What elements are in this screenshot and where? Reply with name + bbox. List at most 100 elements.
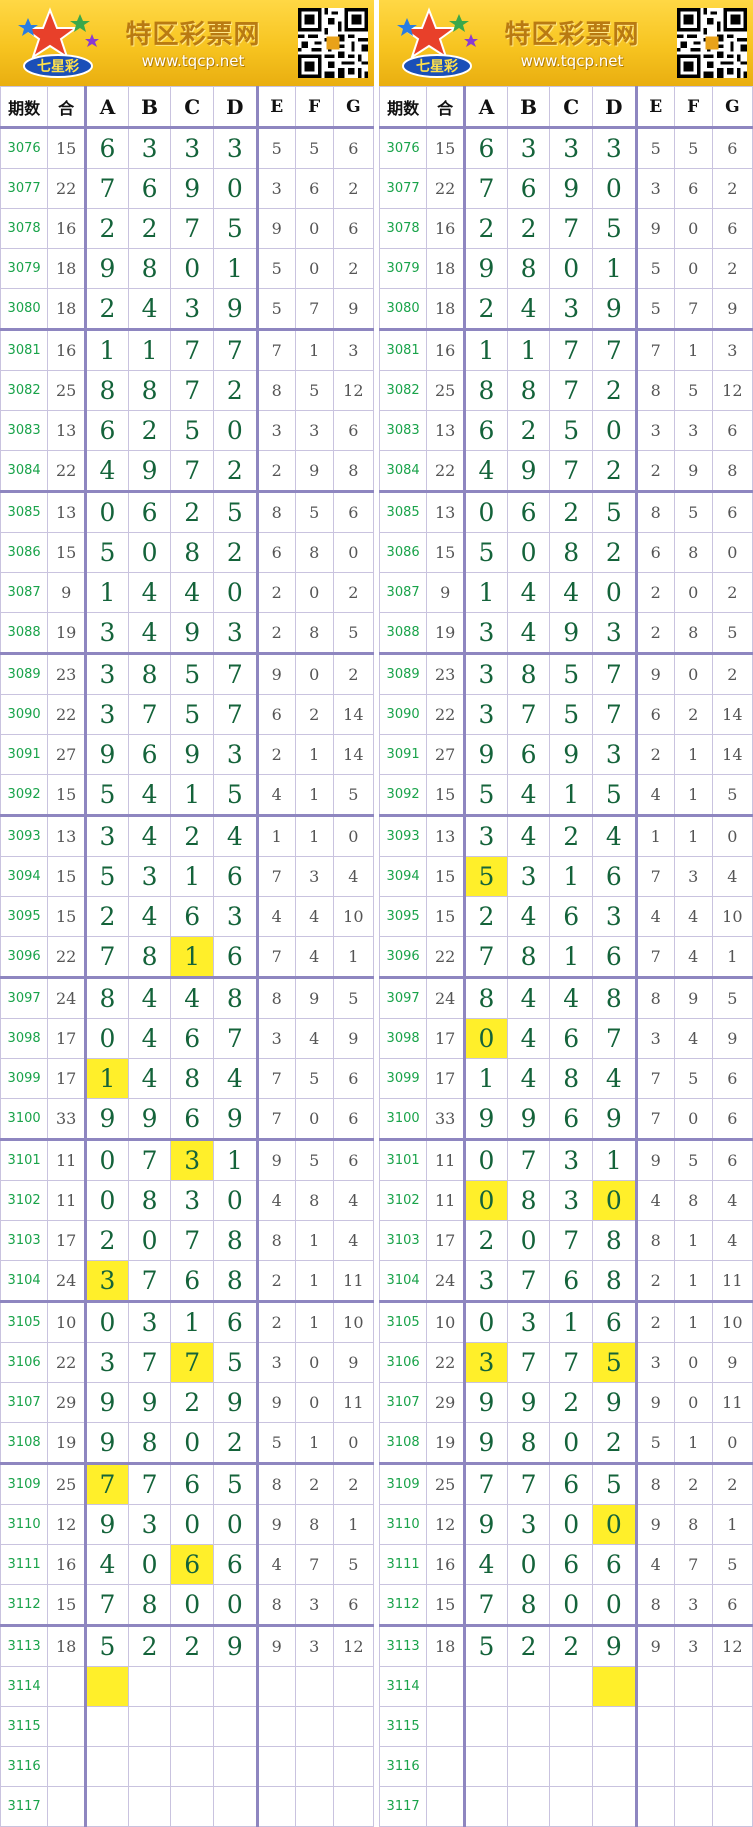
site-url[interactable]: www.tqcp.net — [497, 52, 647, 70]
cell-c: 7 — [549, 1220, 593, 1261]
cell-b: 3 — [127, 127, 172, 169]
cell-c — [549, 1706, 593, 1747]
cell-g: 4 — [711, 856, 753, 897]
cell-g: 0 — [711, 532, 753, 573]
cell-e: 2 — [256, 734, 296, 775]
cell-e: 2 — [256, 1260, 296, 1302]
cell-f: 1 — [294, 774, 334, 816]
cell-period: 3102 — [0, 1180, 49, 1221]
cell-d — [212, 1706, 259, 1747]
cell-b: 0 — [127, 1544, 172, 1585]
cell-a: 3 — [85, 814, 129, 857]
cell-g: 6 — [711, 1058, 753, 1099]
cell-b: 1 — [127, 328, 172, 371]
cell-d: 7 — [212, 694, 259, 735]
table-row: 3099 17 1 4 8 4 7 5 6 — [378, 1058, 753, 1099]
cell-f: 0 — [673, 1098, 713, 1140]
cell-e: 9 — [635, 652, 675, 695]
cell-b: 8 — [127, 1584, 172, 1626]
cell-a: 6 — [464, 127, 508, 169]
cell-c: 6 — [549, 1260, 593, 1302]
cell-g: 2 — [332, 248, 375, 289]
cell-f: 1 — [294, 1260, 334, 1302]
cell-a: 2 — [464, 208, 508, 249]
cell-a: 3 — [464, 1260, 508, 1302]
cell-d: 7 — [591, 652, 638, 695]
cell-g: 9 — [332, 1342, 375, 1383]
cell-period: 3081 — [0, 328, 49, 371]
site-name: 特区彩票网 — [504, 20, 640, 50]
cell-b: 4 — [127, 572, 172, 613]
cell-g: 14 — [711, 694, 753, 735]
cell-sum: 15 — [426, 532, 467, 573]
cell-f: 5 — [673, 490, 713, 533]
cell-f — [673, 1706, 713, 1747]
cell-b — [506, 1786, 551, 1827]
cell-a: 5 — [85, 856, 129, 897]
cell-period: 3115 — [378, 1706, 428, 1747]
cell-b: 0 — [506, 532, 551, 573]
cell-g: 2 — [711, 572, 753, 613]
cell-e: 8 — [635, 976, 675, 1019]
site-url[interactable]: www.tqcp.net — [118, 52, 268, 70]
cell-d: 0 — [591, 410, 638, 451]
cell-period: 3093 — [378, 814, 428, 857]
cell-g: 6 — [332, 1584, 375, 1626]
cell-period: 3077 — [378, 168, 428, 209]
cell-c: 3 — [549, 1180, 593, 1221]
cell-g — [332, 1786, 375, 1827]
cell-b: 8 — [506, 652, 551, 695]
cell-b: 3 — [506, 127, 551, 169]
cell-g: 1 — [332, 1504, 375, 1545]
cell-c: 1 — [549, 1300, 593, 1343]
cell-g: 10 — [711, 896, 753, 937]
cell-b: 4 — [506, 814, 551, 857]
table-row: 3091 27 9 6 9 3 2 1 14 — [0, 734, 375, 775]
cell-a — [464, 1666, 508, 1707]
cell-d: 0 — [212, 572, 259, 613]
cell-a: 0 — [464, 1018, 508, 1059]
cell-c: 3 — [170, 1138, 214, 1181]
cell-a: 0 — [85, 1138, 129, 1181]
cell-f — [673, 1786, 713, 1827]
cell-c: 7 — [170, 370, 214, 411]
cell-f: 1 — [673, 814, 713, 857]
cell-g: 2 — [711, 248, 753, 289]
table-row: 3100 33 9 9 6 9 7 0 6 — [0, 1098, 375, 1140]
cell-b: 2 — [127, 410, 172, 451]
cell-b: 8 — [127, 936, 172, 978]
cell-e — [635, 1746, 675, 1787]
cell-sum: 13 — [47, 814, 88, 857]
table-row: 3107 29 9 9 2 9 9 0 11 — [378, 1382, 753, 1423]
cell-sum: 19 — [47, 1422, 88, 1464]
cell-period: 3078 — [378, 208, 428, 249]
cell-c: 2 — [549, 1382, 593, 1423]
cell-d: 3 — [212, 612, 259, 654]
cell-e: 8 — [635, 490, 675, 533]
cell-a — [85, 1746, 129, 1787]
table-row: 3116 — [378, 1746, 753, 1787]
site-banner: 七星彩 特区彩票网 www.tqcp.net — [379, 0, 753, 86]
cell-b: 8 — [127, 370, 172, 411]
cell-sum — [47, 1786, 88, 1827]
cell-d: 0 — [212, 1504, 259, 1545]
cell-e: 2 — [256, 612, 296, 654]
cell-a: 1 — [85, 572, 129, 613]
cell-b: 4 — [506, 896, 551, 937]
cell-g: 4 — [332, 856, 375, 897]
cell-sum: 18 — [426, 288, 467, 330]
header-a: A — [85, 86, 129, 129]
cell-f: 2 — [294, 1462, 334, 1505]
cell-e: 2 — [635, 612, 675, 654]
cell-d: 2 — [212, 1422, 259, 1464]
header-d: D — [591, 86, 638, 129]
cell-sum: 16 — [426, 1544, 467, 1585]
cell-g — [711, 1786, 753, 1827]
cell-e: 8 — [256, 1220, 296, 1261]
cell-g: 9 — [711, 1018, 753, 1059]
cell-c: 1 — [549, 774, 593, 816]
table-row: 3094 15 5 3 1 6 7 3 4 — [378, 856, 753, 897]
cell-e: 9 — [635, 1138, 675, 1181]
cell-e: 6 — [635, 694, 675, 735]
cell-d: 3 — [591, 612, 638, 654]
